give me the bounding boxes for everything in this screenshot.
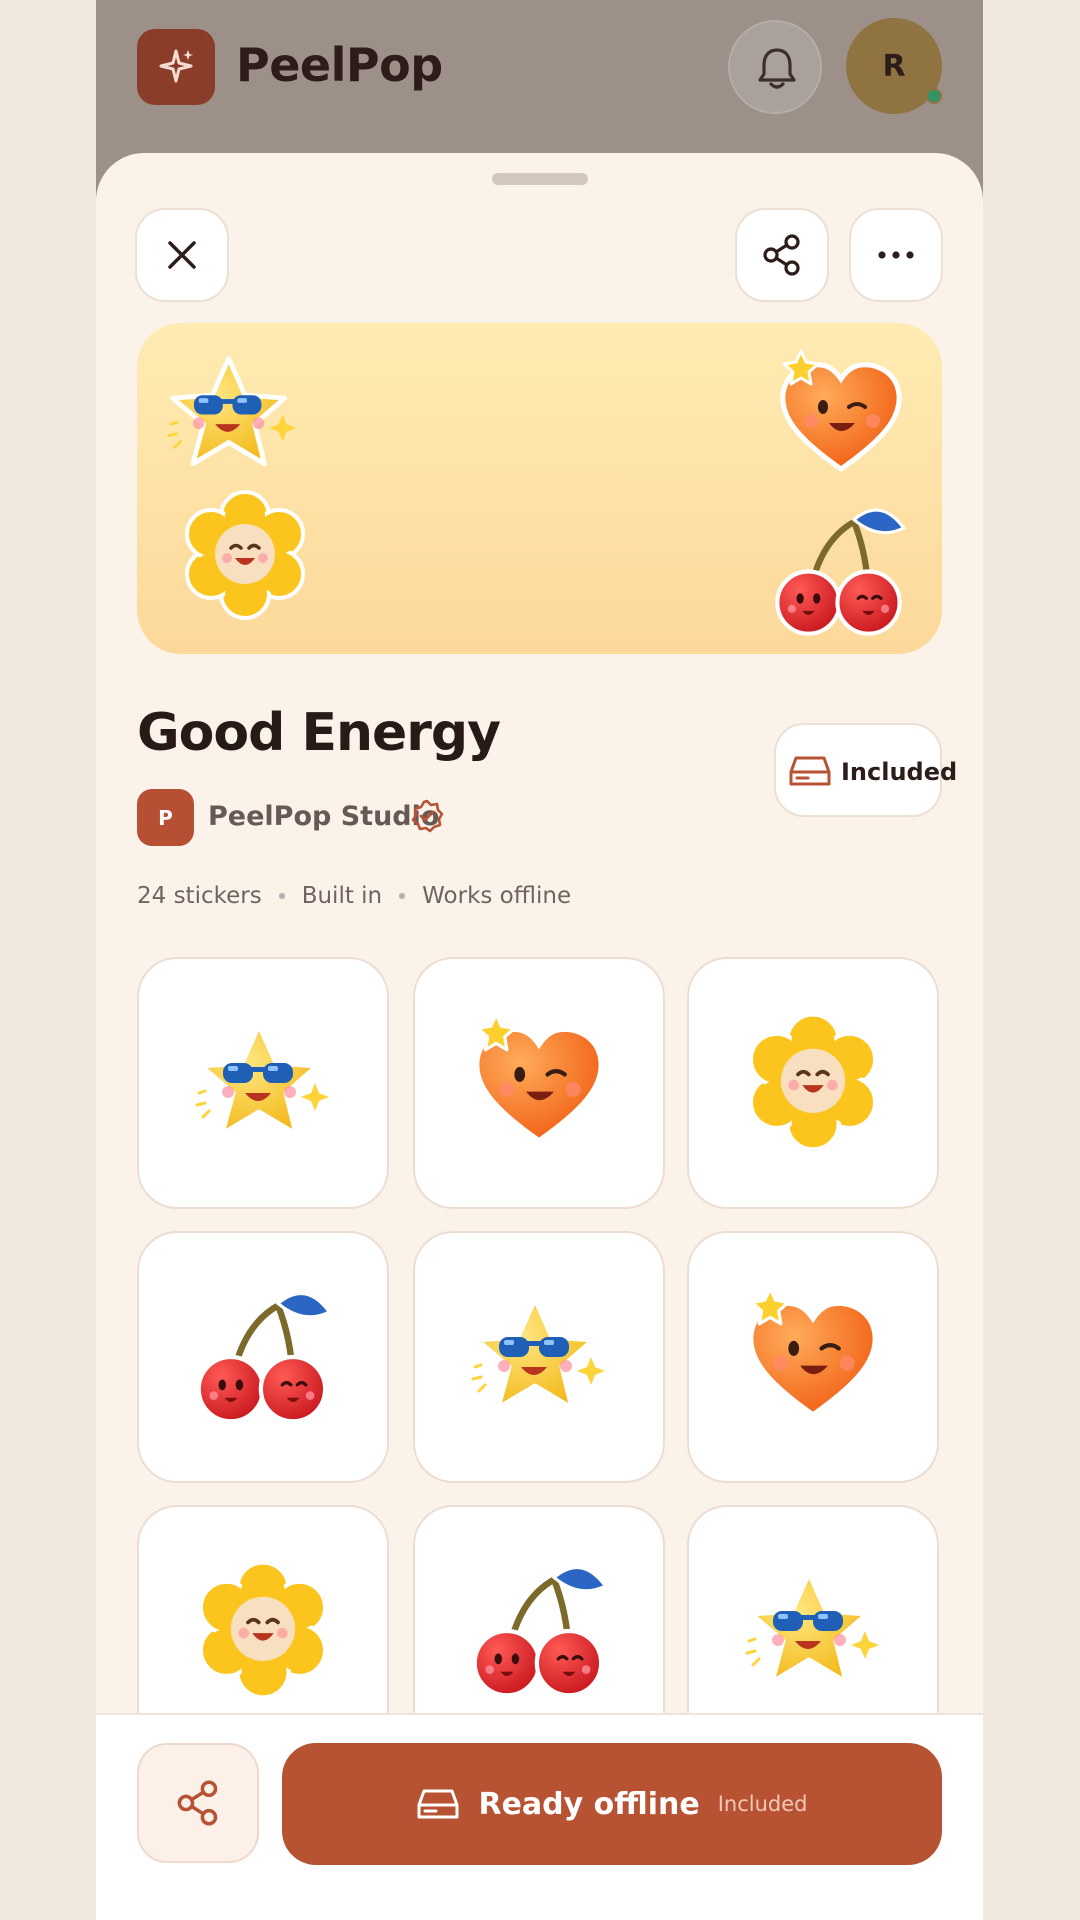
app-bar: PeelPop R [96,0,983,150]
creator-avatar[interactable]: P [137,789,194,846]
app-name: PeelPop [236,38,443,92]
banner-sticker [771,345,911,485]
sticker-image [743,1561,883,1701]
ready-offline-sublabel: Included [717,1792,808,1816]
sticker-image [738,1282,888,1432]
pack-source: Built in [301,883,383,909]
included-chip-label: Included [841,758,958,786]
sticker-cell[interactable] [687,957,939,1209]
more-options-button[interactable] [849,208,943,302]
sticker-image [464,1008,614,1158]
online-status-indicator [926,88,942,104]
ready-offline-button[interactable]: Ready offline Included [282,1743,942,1865]
more-horizontal-icon [878,251,914,259]
verified-badge-icon [411,799,444,833]
sparkle-icon [159,49,193,83]
close-button[interactable] [135,208,229,302]
sticker-image [469,1287,609,1427]
separator-dot [399,893,406,899]
creator-name[interactable]: PeelPop Studio [208,801,439,832]
bell-icon [758,48,796,89]
pack-banner [137,323,942,654]
share-button[interactable] [735,208,829,302]
app-logo[interactable] [137,29,215,105]
bottom-action-bar: Ready offline Included [96,1713,983,1920]
sticker-cell[interactable] [137,1231,389,1483]
banner-sticker [175,486,315,626]
banner-sticker [767,499,912,644]
sticker-cell[interactable] [137,957,389,1209]
sticker-image [464,1556,614,1706]
sticker-cell[interactable] [413,1231,665,1483]
sticker-image [188,1556,338,1706]
ready-offline-label: Ready offline [478,1786,700,1822]
sticker-cell[interactable] [687,1231,939,1483]
share-pack-button[interactable] [137,1743,259,1863]
sticker-count: 24 stickers [137,883,262,909]
storage-drive-icon [417,1789,459,1819]
notifications-button[interactable] [728,20,822,114]
close-icon [168,241,196,269]
pack-meta: 24 stickers Built in Works offline [137,883,571,909]
separator-dot [278,893,285,899]
drag-handle[interactable] [492,173,588,185]
storage-drive-icon [789,756,831,786]
sticker-image [193,1013,333,1153]
offline-availability: Works offline [422,883,572,909]
share-icon [177,1780,218,1826]
sticker-image [738,1008,888,1158]
sticker-pack-sheet: Good Energy P PeelPop Studio Included 24… [96,153,983,1920]
sticker-image [188,1282,338,1432]
included-status-chip: Included [774,723,957,817]
share-icon [763,234,800,276]
pack-title: Good Energy [137,703,501,763]
device-screen: PeelPop R Good Energy P PeelPop Studio I… [96,0,983,1920]
banner-sticker [165,347,300,482]
sticker-cell[interactable] [413,957,665,1209]
